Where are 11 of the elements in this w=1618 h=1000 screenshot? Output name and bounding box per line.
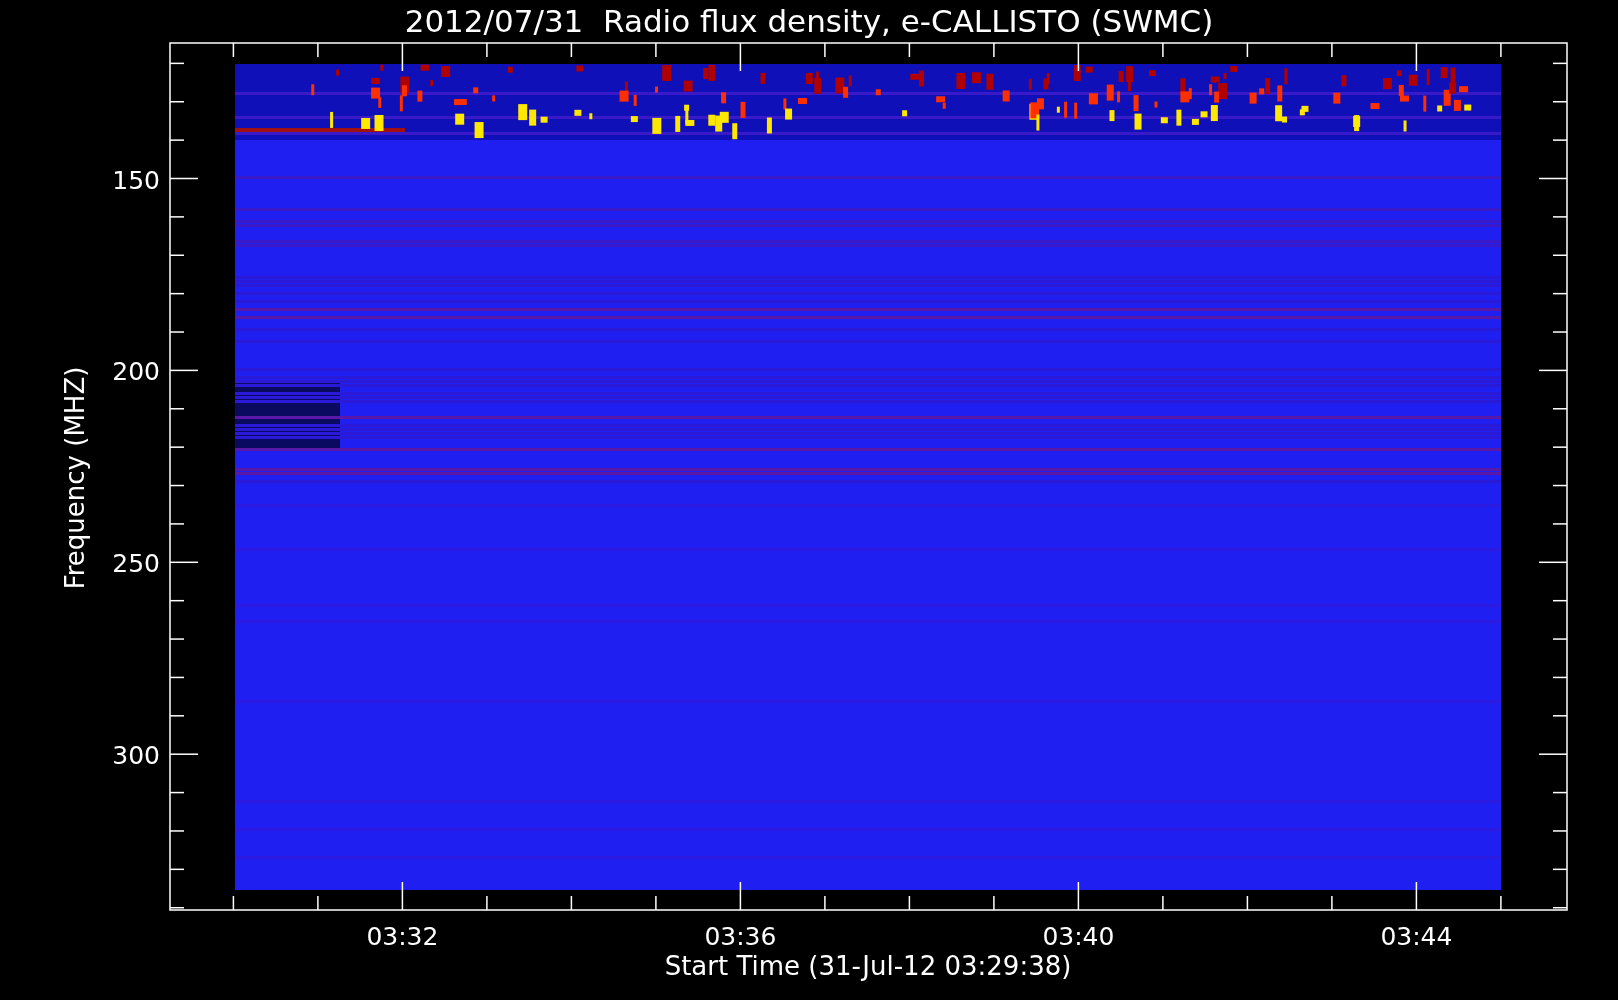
y-tick-label: 150 bbox=[112, 165, 160, 195]
y-tick-label: 200 bbox=[112, 357, 160, 387]
x-axis-label: Start Time (31-Jul-12 03:29:38) bbox=[664, 951, 1072, 981]
y-tick-label: 250 bbox=[112, 549, 160, 579]
x-tick-label: 03:36 bbox=[704, 922, 777, 951]
x-tick-label: 03:32 bbox=[366, 922, 439, 951]
x-tick-label: 03:40 bbox=[1042, 922, 1115, 951]
y-tick-label: 300 bbox=[112, 741, 160, 771]
x-tick-label: 03:44 bbox=[1380, 922, 1453, 951]
y-axis-label: Frequency (MHZ) bbox=[60, 366, 90, 590]
chart-title: 2012/07/31 Radio flux density, e-CALLISTO (SWMC) bbox=[404, 3, 1214, 39]
